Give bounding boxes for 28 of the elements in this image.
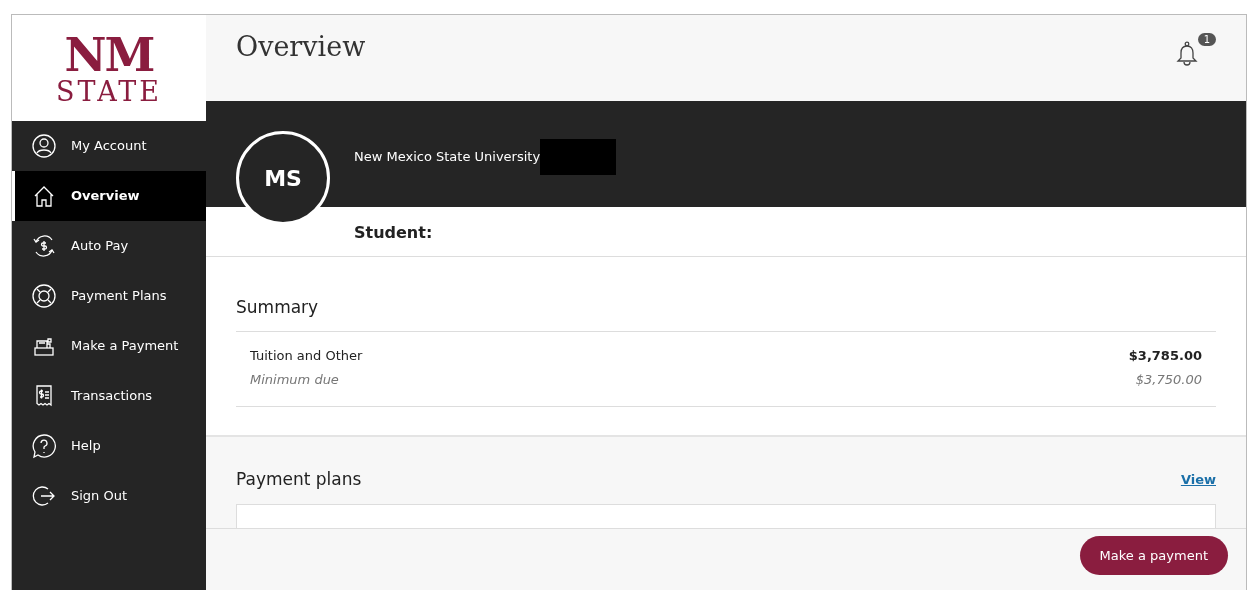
section-title: Payment plans — [236, 469, 362, 490]
view-link[interactable]: View — [1180, 469, 1216, 490]
sidebar-item[interactable]: My Account — [12, 121, 206, 171]
summary-amount: $3,750.00 — [1135, 371, 1202, 390]
section-title: Summary — [236, 297, 320, 318]
student-label: Student: — [354, 223, 433, 242]
lifebuoy-icon — [31, 283, 57, 309]
page-title: Overview — [236, 31, 366, 64]
sidebar-item[interactable]: Help — [12, 421, 206, 471]
avatar-initials: MS — [236, 131, 330, 225]
institution-name: New Mexico State University — [354, 148, 541, 167]
summary-amount: $3,785.00 — [1128, 347, 1202, 366]
help-icon — [31, 433, 57, 459]
sidebar-item[interactable]: Make a Payment — [12, 321, 206, 371]
dollar-cycle-icon — [31, 233, 57, 259]
sidebar-item[interactable]: Payment Plans — [12, 271, 206, 321]
sidebar-item[interactable]: Auto Pay — [12, 221, 206, 271]
summary-label: Tuition and Other — [250, 347, 363, 366]
sidebar-item[interactable]: Transactions — [12, 371, 206, 421]
sidebar-item[interactable]: Overview — [12, 171, 206, 221]
sign-out-icon — [31, 483, 57, 509]
summary-label: Minimum due — [250, 371, 339, 390]
make-payment-button[interactable]: Make a payment — [1079, 535, 1228, 576]
sidebar-item[interactable]: Sign Out — [12, 471, 206, 521]
university-logo: NM STATE — [12, 15, 206, 121]
user-icon — [31, 133, 57, 159]
notification-count: 1 — [1197, 33, 1216, 46]
bell-icon[interactable] — [1176, 41, 1198, 67]
